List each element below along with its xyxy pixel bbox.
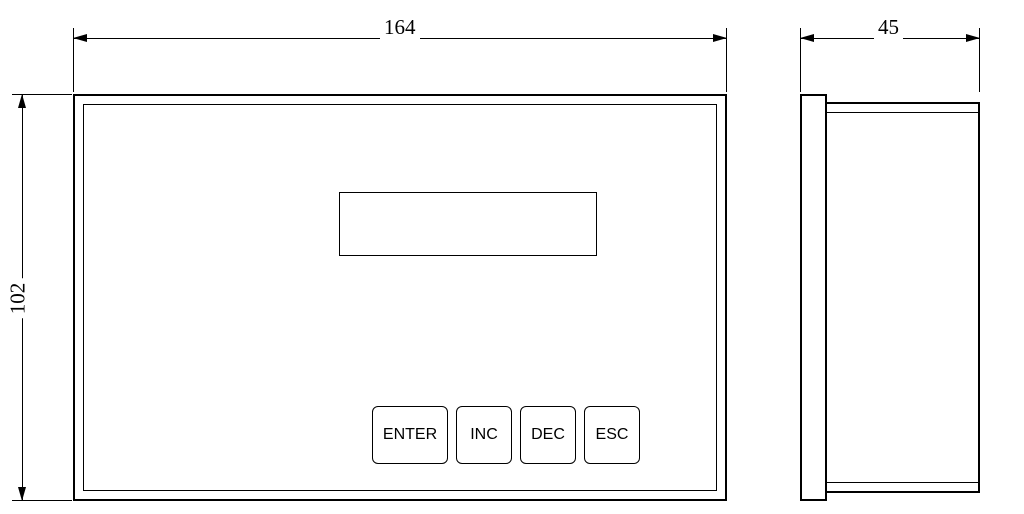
arrow-right <box>713 34 727 42</box>
button-row: ENTER INC DEC ESC <box>372 406 640 464</box>
dec-button[interactable]: DEC <box>520 406 576 464</box>
dim-label-depth: 45 <box>874 15 903 40</box>
arrow-up <box>18 94 26 108</box>
side-inner-line <box>827 112 978 113</box>
lcd-display <box>339 192 597 256</box>
inc-button[interactable]: INC <box>456 406 512 464</box>
front-panel: ENTER INC DEC ESC <box>73 94 727 501</box>
front-panel-inner: ENTER INC DEC ESC <box>83 104 717 491</box>
arrow-down <box>18 487 26 501</box>
side-flange <box>800 94 827 501</box>
arrow-right <box>966 34 980 42</box>
enter-button[interactable]: ENTER <box>372 406 448 464</box>
arrow-left <box>73 34 87 42</box>
side-inner-line <box>827 482 978 483</box>
side-body <box>827 102 980 493</box>
arrow-left <box>800 34 814 42</box>
dim-label-width: 164 <box>380 15 420 40</box>
dim-label-height: 102 <box>5 279 30 319</box>
esc-button[interactable]: ESC <box>584 406 640 464</box>
